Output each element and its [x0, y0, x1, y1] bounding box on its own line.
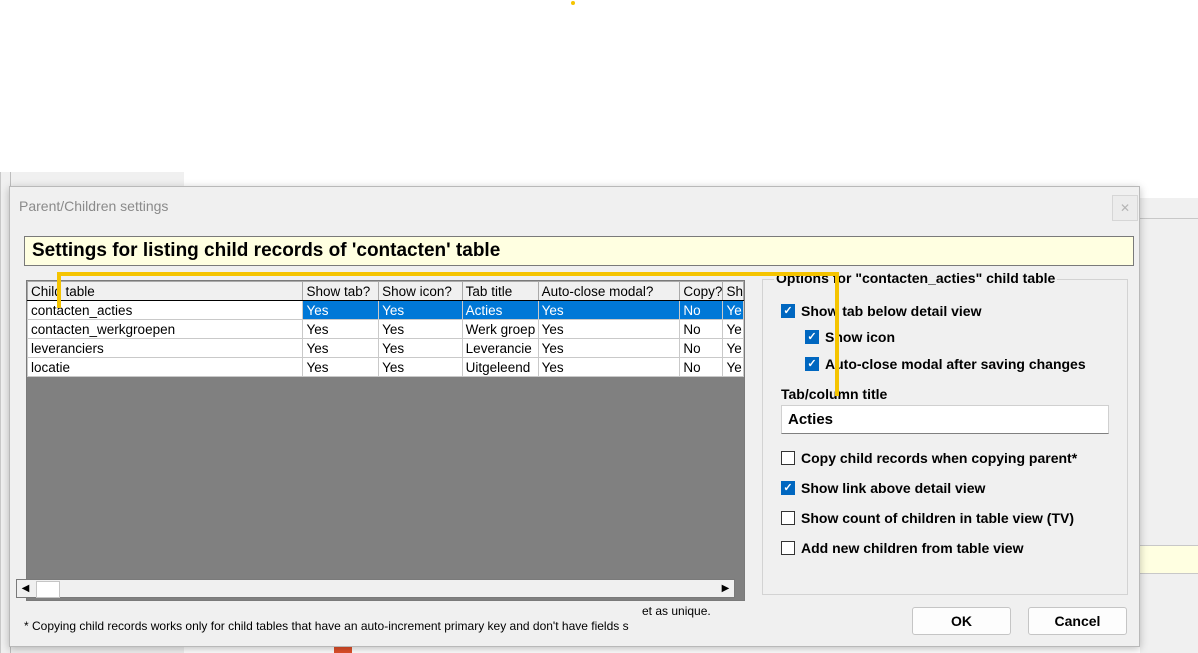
show-icon-checkbox[interactable]: ✓ Show icon — [805, 329, 895, 345]
cell-child-table[interactable]: contacten_acties — [27, 300, 304, 320]
copy-children-label: Copy child records when copying parent* — [801, 450, 1078, 466]
tab-title-input[interactable]: Acties — [781, 405, 1109, 434]
cell-show-tab[interactable]: Yes — [302, 338, 380, 358]
table-row[interactable]: contacten_acties Yes Yes Acties Yes No Y… — [27, 300, 744, 320]
cell-show-icon[interactable]: Yes — [378, 357, 463, 377]
ok-button[interactable]: OK — [912, 607, 1011, 635]
column-header-auto-close[interactable]: Auto-close modal? — [537, 281, 681, 301]
auto-close-checkbox[interactable]: ✓ Auto-close modal after saving changes — [805, 356, 1086, 372]
show-count-checkbox[interactable]: Show count of children in table view (TV… — [781, 510, 1074, 526]
close-icon[interactable]: ✕ — [1112, 195, 1138, 221]
table-row[interactable]: contacten_werkgroepen Yes Yes Werk groep… — [27, 319, 744, 339]
cell-tab-title[interactable]: Werk groep — [461, 319, 539, 339]
cell-show-icon[interactable]: Yes — [378, 319, 463, 339]
cell-show-icon[interactable]: Yes — [378, 300, 463, 320]
background-highlight-strip — [1140, 545, 1198, 574]
cell-tab-title[interactable]: Acties — [461, 300, 539, 320]
cell-child-table[interactable]: contacten_werkgroepen — [27, 319, 304, 339]
auto-close-label: Auto-close modal after saving changes — [825, 356, 1086, 372]
annotation-line-left — [57, 272, 61, 308]
cell-auto-close[interactable]: Yes — [537, 338, 681, 358]
checkmark-icon: ✓ — [781, 304, 795, 318]
table-row[interactable]: locatie Yes Yes Uitgeleend Yes No Ye — [27, 357, 744, 377]
show-count-label: Show count of children in table view (TV… — [801, 510, 1075, 526]
cursor-dot — [571, 1, 575, 5]
column-header-show-tab[interactable]: Show tab? — [302, 281, 380, 301]
cell-child-table[interactable]: leveranciers — [27, 338, 304, 358]
show-tab-label: Show tab below detail view — [801, 303, 982, 319]
cell-auto-close[interactable]: Yes — [537, 319, 681, 339]
cell-child-table[interactable]: locatie — [27, 357, 304, 377]
footnote-fragment: et as unique. — [642, 604, 711, 618]
show-link-label: Show link above detail view — [801, 480, 986, 496]
column-header-tab-title[interactable]: Tab title — [461, 281, 539, 301]
background-divider-right — [1140, 218, 1198, 219]
cell-copy[interactable]: No — [679, 338, 724, 358]
scroll-thumb[interactable] — [36, 581, 60, 598]
settings-banner: Settings for listing child records of 'c… — [24, 236, 1134, 266]
show-link-checkbox[interactable]: ✓ Show link above detail view — [781, 480, 985, 496]
arrow-left-icon[interactable]: ◀ — [17, 580, 34, 597]
cell-sh[interactable]: Ye — [722, 319, 744, 339]
cell-show-tab[interactable]: Yes — [302, 300, 380, 320]
cell-show-tab[interactable]: Yes — [302, 319, 380, 339]
cell-sh[interactable]: Ye — [722, 357, 744, 377]
grid-horizontal-scrollbar[interactable]: ◀ ▶ — [16, 579, 735, 598]
copy-footnote: * Copying child records works only for c… — [24, 619, 629, 633]
table-row[interactable]: leveranciers Yes Yes Leverancie Yes No Y… — [27, 338, 744, 358]
cell-tab-title[interactable]: Uitgeleend — [461, 357, 539, 377]
checkbox-box — [781, 451, 795, 465]
dialog-title: Parent/Children settings — [19, 198, 169, 214]
checkbox-box — [781, 511, 795, 525]
cell-copy[interactable]: No — [679, 319, 724, 339]
background-panel-right — [1140, 198, 1198, 653]
cell-auto-close[interactable]: Yes — [537, 300, 681, 320]
add-new-label: Add new children from table view — [801, 540, 1024, 556]
cell-auto-close[interactable]: Yes — [537, 357, 681, 377]
arrow-right-icon[interactable]: ▶ — [717, 580, 734, 597]
column-header-copy[interactable]: Copy? — [679, 281, 724, 301]
column-header-child-table[interactable]: Child table — [27, 281, 304, 301]
parent-children-settings-dialog: Parent/Children settings ✕ Settings for … — [9, 186, 1140, 647]
annotation-line-right — [835, 272, 839, 396]
copy-children-checkbox[interactable]: Copy child records when copying parent* — [781, 450, 1077, 466]
column-header-show-icon[interactable]: Show icon? — [378, 281, 463, 301]
cell-show-icon[interactable]: Yes — [378, 338, 463, 358]
cell-sh[interactable]: Ye — [722, 338, 744, 358]
cancel-button[interactable]: Cancel — [1028, 607, 1127, 635]
checkmark-icon: ✓ — [805, 330, 819, 344]
checkbox-box — [781, 541, 795, 555]
cell-sh[interactable]: Ye — [722, 300, 744, 320]
child-tables-grid[interactable]: Child table Show tab? Show icon? Tab tit… — [26, 280, 745, 601]
column-header-sh[interactable]: Sh — [722, 281, 744, 301]
cell-copy[interactable]: No — [679, 300, 724, 320]
add-new-checkbox[interactable]: Add new children from table view — [781, 540, 1023, 556]
checkmark-icon: ✓ — [805, 357, 819, 371]
checkmark-icon: ✓ — [781, 481, 795, 495]
cell-copy[interactable]: No — [679, 357, 724, 377]
grid-header-row: Child table Show tab? Show icon? Tab tit… — [27, 281, 744, 301]
cell-tab-title[interactable]: Leverancie — [461, 338, 539, 358]
annotation-line-top — [57, 272, 838, 276]
show-tab-checkbox[interactable]: ✓ Show tab below detail view — [781, 303, 981, 319]
cell-show-tab[interactable]: Yes — [302, 357, 380, 377]
